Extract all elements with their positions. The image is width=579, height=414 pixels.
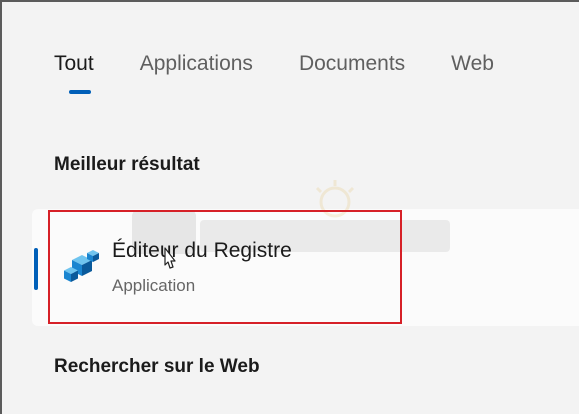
tab-applications[interactable]: Applications xyxy=(140,50,253,78)
search-tabs: Tout Applications Documents Web xyxy=(54,50,540,100)
active-tab-indicator xyxy=(69,90,91,94)
tab-web[interactable]: Web xyxy=(451,50,494,78)
best-match-heading: Meilleur résultat xyxy=(54,154,200,175)
selection-indicator xyxy=(34,248,38,290)
tab-label: Applications xyxy=(139,52,253,75)
tab-label: Tout xyxy=(54,52,94,75)
web-search-heading: Rechercher sur le Web xyxy=(54,356,260,377)
search-panel: Tout Applications Documents Web Meilleur… xyxy=(0,0,579,414)
tab-documents[interactable]: Documents xyxy=(299,50,405,78)
tab-tout[interactable]: Tout xyxy=(54,50,94,94)
mouse-pointer-icon xyxy=(164,247,176,269)
tab-label: Web xyxy=(451,52,494,75)
tab-label: Documents xyxy=(298,52,406,75)
highlight-annotation-box xyxy=(48,210,402,324)
